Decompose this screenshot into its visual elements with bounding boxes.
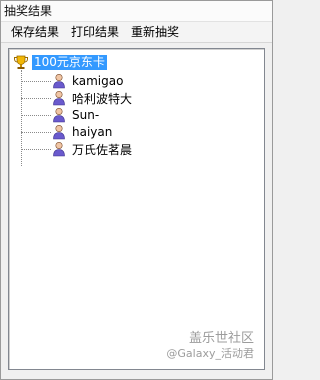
tree-child-node[interactable]: 万氏佐茗晨 (21, 141, 132, 157)
tree-child-label: Sun- (72, 108, 100, 122)
tree-branch-line (21, 80, 51, 82)
tree-branch-line (21, 114, 51, 116)
tree-child-label: kamigao (72, 74, 124, 88)
tree-child-node[interactable]: kamigao (21, 73, 123, 89)
trophy-icon (14, 55, 28, 69)
tree-child-node[interactable]: Sun- (21, 107, 99, 123)
tree-root-label: 100元京东卡 (32, 54, 107, 70)
tree-branch-line (21, 97, 51, 99)
tree-branch-line (21, 131, 51, 133)
tree-branch-line (21, 148, 51, 150)
tree-child-label: haiyan (72, 125, 113, 139)
menu-redraw[interactable]: 重新抽奖 (125, 22, 185, 42)
person-icon (53, 141, 65, 157)
lottery-result-window: 抽奖结果 保存结果 打印结果 重新抽奖 100元京东卡 kamigao 哈利波特… (0, 0, 273, 380)
tree-child-node[interactable]: 哈利波特大 (21, 90, 132, 106)
watermark-handle: @Galaxy_活动君 (166, 347, 254, 360)
tree-child-node[interactable]: haiyan (21, 124, 112, 140)
watermark-title: 盖乐世社区 (188, 331, 254, 346)
tree-root-node[interactable]: 100元京东卡 (13, 54, 107, 70)
tree-child-label: 万氏佐茗晨 (72, 142, 133, 157)
person-icon (53, 124, 65, 140)
person-icon (53, 107, 65, 123)
menubar: 保存结果 打印结果 重新抽奖 (1, 22, 272, 43)
window-title: 抽奖结果 (1, 1, 272, 22)
tree-child-label: 哈利波特大 (72, 91, 133, 106)
menu-print-results[interactable]: 打印结果 (65, 22, 125, 42)
menu-save-results[interactable]: 保存结果 (5, 22, 65, 42)
person-icon (53, 90, 65, 106)
watermark: 盖乐世社区 @Galaxy_活动君 (166, 331, 254, 361)
person-icon (53, 73, 65, 89)
results-tree[interactable]: 100元京东卡 kamigao 哈利波特大 Sun- haiyan 万氏佐茗晨 … (8, 48, 265, 370)
